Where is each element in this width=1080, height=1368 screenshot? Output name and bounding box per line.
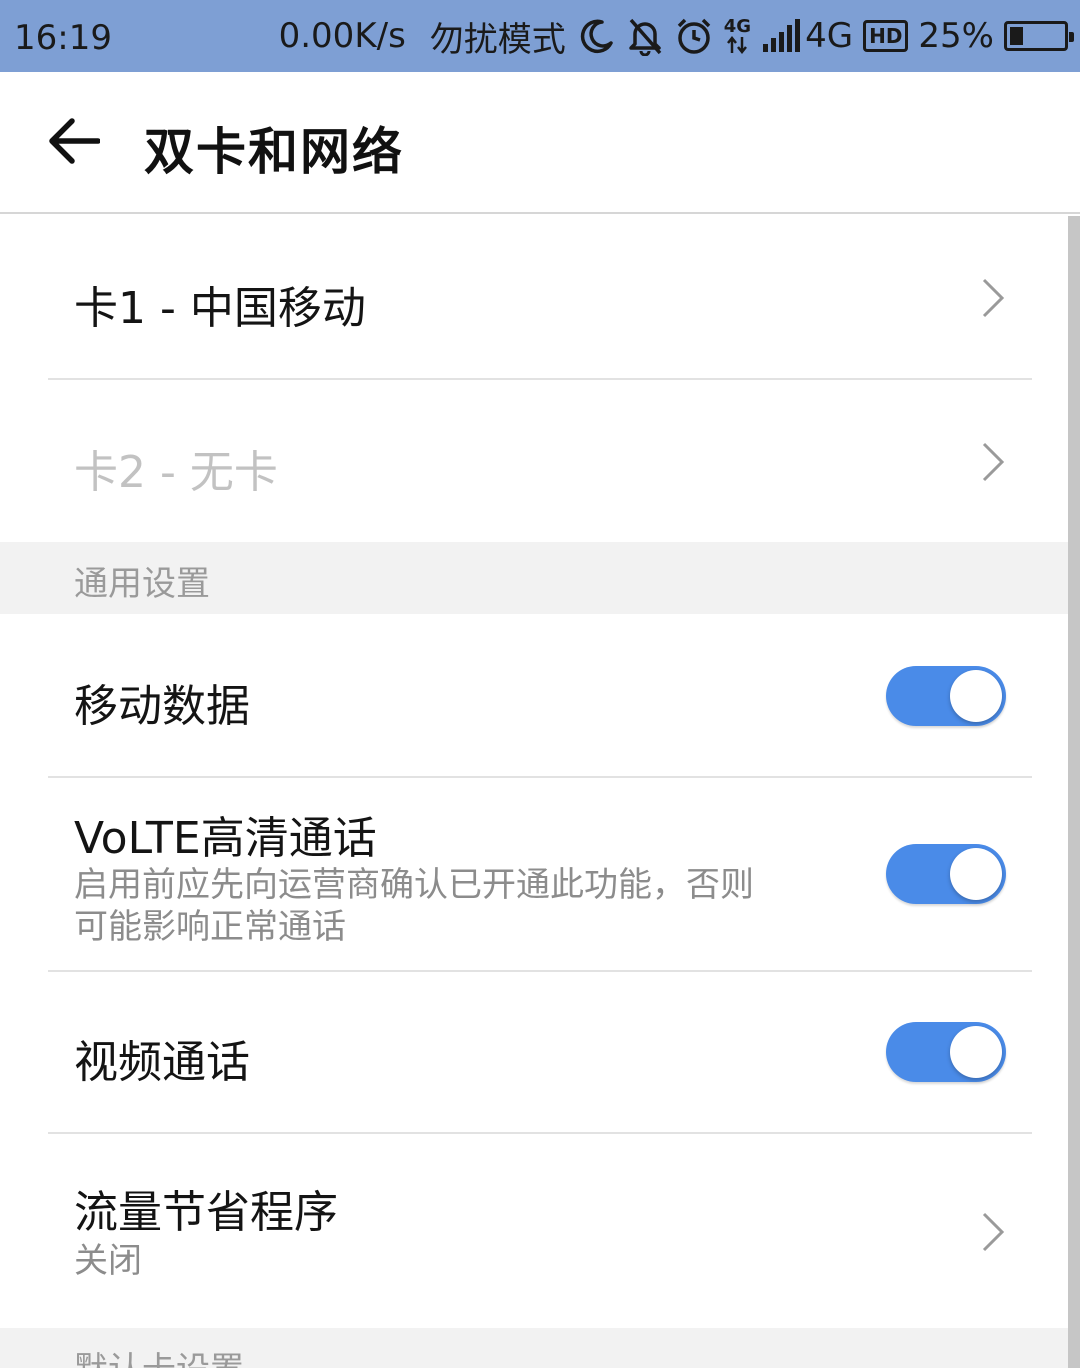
bell-off-icon — [626, 16, 664, 56]
settings-list: 卡1 - 中国移动 卡2 - 无卡 通用设置 移动数据 VoLTE高清通话 启用… — [0, 216, 1068, 1368]
section-title: 默认卡设置 — [74, 1342, 244, 1368]
battery-percent: 25% — [918, 16, 994, 56]
video-call-label: 视频通话 — [74, 1037, 250, 1088]
data-saver-label: 流量节省程序 — [74, 1187, 338, 1238]
signal-icon — [761, 18, 801, 54]
net-type: 4G — [805, 16, 854, 56]
volte-item[interactable]: VoLTE高清通话 启用前应先向运营商确认已开通此功能，否则 可能影响正常通话 — [0, 778, 1068, 972]
data-saver-status: 关闭 — [74, 1241, 142, 1281]
dnd-label: 勿扰模式 — [429, 19, 566, 60]
video-call-toggle[interactable] — [886, 1022, 1006, 1082]
status-time: 16:19 — [14, 18, 112, 58]
hd-badge: HD — [863, 20, 909, 52]
scrollbar[interactable] — [1068, 216, 1080, 1368]
moon-icon — [576, 16, 616, 56]
data-arrows-icon: 4G — [724, 18, 751, 54]
mobile-data-label: 移动数据 — [74, 681, 250, 732]
chevron-right-icon — [982, 442, 1005, 482]
status-icons: 0.00K/s 勿扰模式 4G 4G HD 25% — [278, 10, 1074, 62]
screen: 16:19 0.00K/s 勿扰模式 4G 4G HD 25% 双卡和网络 卡1… — [0, 0, 1080, 1368]
section-header-default: 默认卡设置 — [0, 1328, 1068, 1368]
mobile-data-item[interactable]: 移动数据 — [0, 614, 1068, 778]
status-bar: 16:19 0.00K/s 勿扰模式 4G 4G HD 25% — [0, 0, 1080, 72]
net-speed: 0.00K/s — [278, 16, 406, 56]
alarm-icon — [674, 16, 714, 56]
mobile-data-toggle[interactable] — [886, 666, 1006, 726]
sim1-label: 卡1 - 中国移动 — [74, 283, 366, 334]
volte-label: VoLTE高清通话 — [74, 813, 377, 864]
chevron-right-icon — [982, 278, 1005, 318]
app-bar: 双卡和网络 — [0, 72, 1080, 214]
chevron-right-icon — [982, 1212, 1005, 1252]
back-button[interactable] — [40, 110, 106, 176]
video-call-item[interactable]: 视频通话 — [0, 972, 1068, 1134]
toggle-knob — [950, 848, 1002, 900]
toggle-knob — [950, 1026, 1002, 1078]
data-saver-item[interactable]: 流量节省程序 关闭 — [0, 1134, 1068, 1328]
sim2-label: 卡2 - 无卡 — [74, 447, 278, 498]
battery-icon — [1004, 21, 1074, 51]
section-title: 通用设置 — [74, 564, 210, 604]
sim2-item[interactable]: 卡2 - 无卡 — [0, 380, 1068, 542]
toggle-knob — [950, 670, 1002, 722]
volte-description-line1: 启用前应先向运营商确认已开通此功能，否则 — [74, 865, 754, 905]
sim1-item[interactable]: 卡1 - 中国移动 — [0, 216, 1068, 380]
arrow-left-icon — [46, 117, 101, 169]
volte-toggle[interactable] — [886, 844, 1006, 904]
page-title: 双卡和网络 — [144, 123, 404, 181]
volte-description-line2: 可能影响正常通话 — [74, 907, 346, 947]
section-header-general: 通用设置 — [0, 542, 1068, 614]
